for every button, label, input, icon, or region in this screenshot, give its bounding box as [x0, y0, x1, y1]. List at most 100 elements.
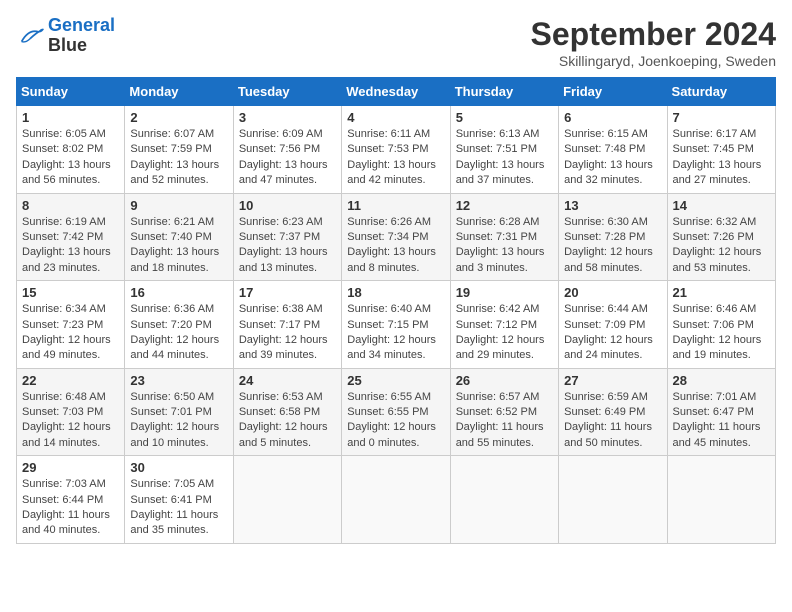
day-detail: Sunrise: 6:32 AMSunset: 7:26 PMDaylight:…: [673, 215, 770, 277]
calendar-cell: 23Sunrise: 6:50 AMSunset: 7:01 PMDayligh…: [125, 368, 233, 456]
day-detail: Sunrise: 6:55 AMSunset: 6:55 PMDaylight:…: [347, 390, 444, 452]
day-detail: Sunrise: 6:46 AMSunset: 7:06 PMDaylight:…: [673, 302, 770, 364]
weekday-header-saturday: Saturday: [667, 78, 775, 106]
day-number: 22: [22, 373, 119, 388]
weekday-header-wednesday: Wednesday: [342, 78, 450, 106]
calendar-week-row: 15Sunrise: 6:34 AMSunset: 7:23 PMDayligh…: [17, 281, 776, 369]
calendar-cell: 6 Sunrise: 6:15 AMSunset: 7:48 PMDaylight…: [559, 106, 667, 194]
location-subtitle: Skillingaryd, Joenkoeping, Sweden: [531, 53, 776, 69]
day-detail: Sunrise: 6:07 AMSunset: 7:59 PMDaylight:…: [130, 127, 227, 189]
calendar-cell: 19 Sunrise: 6:42 AMSunset: 7:12 PMDayligh…: [450, 281, 558, 369]
day-number: 13: [564, 198, 661, 213]
calendar-cell: [667, 456, 775, 544]
calendar-table: SundayMondayTuesdayWednesdayThursdayFrid…: [16, 77, 776, 544]
logo-bird-icon: [16, 22, 44, 50]
calendar-week-row: 8 Sunrise: 6:19 AMSunset: 7:42 PMDaylight…: [17, 193, 776, 281]
calendar-cell: 4Sunrise: 6:11 AMSunset: 7:53 PMDaylight…: [342, 106, 450, 194]
day-number: 18: [347, 285, 444, 300]
calendar-cell: 24 Sunrise: 6:53 AMSunset: 6:58 PMDayligh…: [233, 368, 341, 456]
day-number: 26: [456, 373, 553, 388]
calendar-cell: 13 Sunrise: 6:30 AMSunset: 7:28 PMDayligh…: [559, 193, 667, 281]
calendar-week-row: 22 Sunrise: 6:48 AMSunset: 7:03 PMDayligh…: [17, 368, 776, 456]
calendar-cell: 28 Sunrise: 7:01 AMSunset: 6:47 PMDayligh…: [667, 368, 775, 456]
title-area: September 2024 Skillingaryd, Joenkoeping…: [531, 16, 776, 69]
day-number: 29: [22, 460, 119, 475]
calendar-cell: 5Sunrise: 6:13 AMSunset: 7:51 PMDaylight…: [450, 106, 558, 194]
day-detail: Sunrise: 6:15 AMSunset: 7:48 PMDaylight:…: [564, 127, 661, 189]
calendar-cell: 27 Sunrise: 6:59 AMSunset: 6:49 PMDayligh…: [559, 368, 667, 456]
day-number: 27: [564, 373, 661, 388]
day-detail: Sunrise: 6:59 AMSunset: 6:49 PMDaylight:…: [564, 390, 661, 452]
day-detail: Sunrise: 6:19 AMSunset: 7:42 PMDaylight:…: [22, 215, 119, 277]
day-detail: Sunrise: 7:03 AMSunset: 6:44 PMDaylight:…: [22, 477, 119, 539]
day-detail: Sunrise: 6:17 AMSunset: 7:45 PMDaylight:…: [673, 127, 770, 189]
calendar-cell: 1Sunrise: 6:05 AMSunset: 8:02 PMDaylight…: [17, 106, 125, 194]
day-number: 6: [564, 110, 661, 125]
day-number: 28: [673, 373, 770, 388]
day-detail: Sunrise: 6:48 AMSunset: 7:03 PMDaylight:…: [22, 390, 119, 452]
day-detail: Sunrise: 6:53 AMSunset: 6:58 PMDaylight:…: [239, 390, 336, 452]
day-detail: Sunrise: 6:30 AMSunset: 7:28 PMDaylight:…: [564, 215, 661, 277]
calendar-week-row: 1Sunrise: 6:05 AMSunset: 8:02 PMDaylight…: [17, 106, 776, 194]
weekday-header-thursday: Thursday: [450, 78, 558, 106]
calendar-cell: 26Sunrise: 6:57 AMSunset: 6:52 PMDayligh…: [450, 368, 558, 456]
calendar-cell: 9 Sunrise: 6:21 AMSunset: 7:40 PMDaylight…: [125, 193, 233, 281]
weekday-header-sunday: Sunday: [17, 78, 125, 106]
day-number: 14: [673, 198, 770, 213]
day-detail: Sunrise: 6:44 AMSunset: 7:09 PMDaylight:…: [564, 302, 661, 364]
calendar-cell: [559, 456, 667, 544]
day-number: 24: [239, 373, 336, 388]
calendar-week-row: 29 Sunrise: 7:03 AMSunset: 6:44 PMDayligh…: [17, 456, 776, 544]
day-number: 15: [22, 285, 119, 300]
day-detail: Sunrise: 6:09 AMSunset: 7:56 PMDaylight:…: [239, 127, 336, 189]
calendar-cell: 2Sunrise: 6:07 AMSunset: 7:59 PMDaylight…: [125, 106, 233, 194]
calendar-cell: 20 Sunrise: 6:44 AMSunset: 7:09 PMDayligh…: [559, 281, 667, 369]
day-number: 9: [130, 198, 227, 213]
day-number: 8: [22, 198, 119, 213]
calendar-cell: 29 Sunrise: 7:03 AMSunset: 6:44 PMDayligh…: [17, 456, 125, 544]
day-detail: Sunrise: 6:28 AMSunset: 7:31 PMDaylight:…: [456, 215, 553, 277]
day-number: 12: [456, 198, 553, 213]
calendar-cell: [450, 456, 558, 544]
logo: General Blue: [16, 16, 115, 56]
calendar-cell: 8 Sunrise: 6:19 AMSunset: 7:42 PMDaylight…: [17, 193, 125, 281]
day-number: 3: [239, 110, 336, 125]
calendar-cell: 15Sunrise: 6:34 AMSunset: 7:23 PMDayligh…: [17, 281, 125, 369]
month-year-title: September 2024: [531, 16, 776, 53]
calendar-cell: 16Sunrise: 6:36 AMSunset: 7:20 PMDayligh…: [125, 281, 233, 369]
day-detail: Sunrise: 6:05 AMSunset: 8:02 PMDaylight:…: [22, 127, 119, 189]
day-detail: Sunrise: 6:38 AMSunset: 7:17 PMDaylight:…: [239, 302, 336, 364]
day-detail: Sunrise: 6:21 AMSunset: 7:40 PMDaylight:…: [130, 215, 227, 277]
calendar-cell: 18 Sunrise: 6:40 AMSunset: 7:15 PMDayligh…: [342, 281, 450, 369]
calendar-cell: 10Sunrise: 6:23 AMSunset: 7:37 PMDayligh…: [233, 193, 341, 281]
day-detail: Sunrise: 7:01 AMSunset: 6:47 PMDaylight:…: [673, 390, 770, 452]
day-number: 21: [673, 285, 770, 300]
calendar-cell: 25 Sunrise: 6:55 AMSunset: 6:55 PMDayligh…: [342, 368, 450, 456]
day-number: 25: [347, 373, 444, 388]
day-detail: Sunrise: 6:36 AMSunset: 7:20 PMDaylight:…: [130, 302, 227, 364]
day-number: 7: [673, 110, 770, 125]
calendar-cell: [342, 456, 450, 544]
weekday-header-monday: Monday: [125, 78, 233, 106]
calendar-cell: 11Sunrise: 6:26 AMSunset: 7:34 PMDayligh…: [342, 193, 450, 281]
calendar-cell: 14 Sunrise: 6:32 AMSunset: 7:26 PMDayligh…: [667, 193, 775, 281]
calendar-cell: 17Sunrise: 6:38 AMSunset: 7:17 PMDayligh…: [233, 281, 341, 369]
day-detail: Sunrise: 6:42 AMSunset: 7:12 PMDaylight:…: [456, 302, 553, 364]
weekday-header-tuesday: Tuesday: [233, 78, 341, 106]
day-number: 5: [456, 110, 553, 125]
day-number: 19: [456, 285, 553, 300]
calendar-cell: 3 Sunrise: 6:09 AMSunset: 7:56 PMDaylight…: [233, 106, 341, 194]
day-number: 10: [239, 198, 336, 213]
day-number: 20: [564, 285, 661, 300]
day-detail: Sunrise: 6:40 AMSunset: 7:15 PMDaylight:…: [347, 302, 444, 364]
day-detail: Sunrise: 6:50 AMSunset: 7:01 PMDaylight:…: [130, 390, 227, 452]
weekday-header-friday: Friday: [559, 78, 667, 106]
day-detail: Sunrise: 6:26 AMSunset: 7:34 PMDaylight:…: [347, 215, 444, 277]
calendar-cell: 22 Sunrise: 6:48 AMSunset: 7:03 PMDayligh…: [17, 368, 125, 456]
calendar-cell: [233, 456, 341, 544]
calendar-cell: 21 Sunrise: 6:46 AMSunset: 7:06 PMDayligh…: [667, 281, 775, 369]
calendar-cell: 7 Sunrise: 6:17 AMSunset: 7:45 PMDaylight…: [667, 106, 775, 194]
calendar-cell: 30Sunrise: 7:05 AMSunset: 6:41 PMDayligh…: [125, 456, 233, 544]
page-header: General Blue September 2024 Skillingaryd…: [16, 16, 776, 69]
calendar-header: SundayMondayTuesdayWednesdayThursdayFrid…: [17, 78, 776, 106]
